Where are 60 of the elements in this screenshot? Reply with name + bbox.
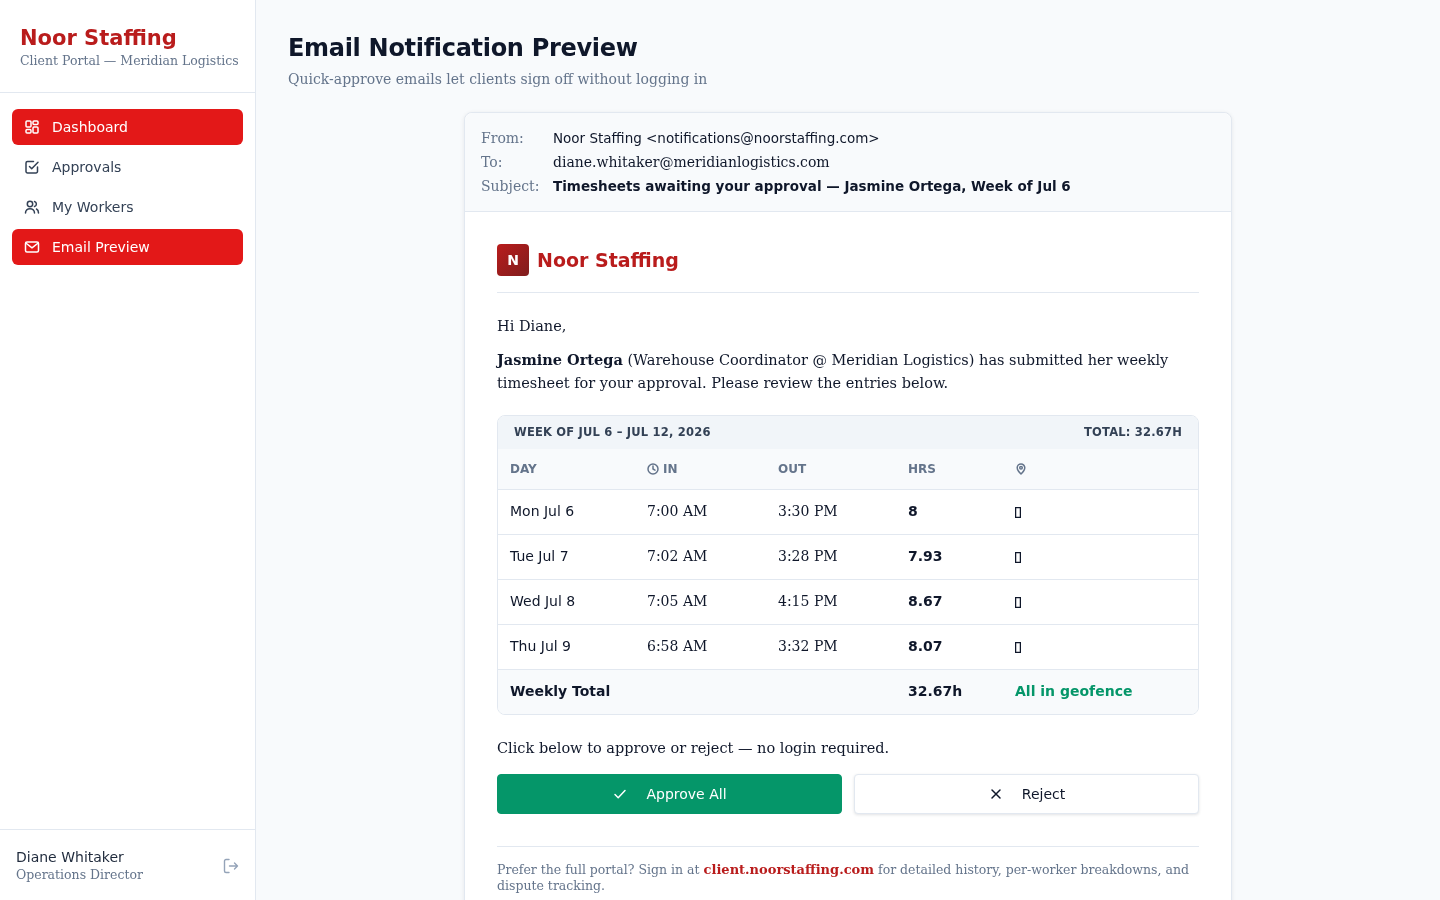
glyph-box-icon [1015, 641, 1021, 653]
field-label: To: [481, 153, 504, 172]
field-label: Subject: [481, 177, 541, 196]
field-value: Timesheets awaiting your approval — Jasmine Ortega, Week of Jul 6 [553, 177, 1071, 196]
field-label: From: [481, 129, 525, 148]
greeting-text: Hi Diane, [497, 317, 568, 336]
geofence-status: All in geofence [1003, 669, 1198, 714]
table-cell: 7:02 AM [635, 534, 766, 579]
table-cell: 7.93 [896, 534, 1003, 579]
table-cell: 6:58 AM [635, 624, 766, 669]
table-cell: Wed Jul 8 [498, 579, 635, 624]
email-brand-name: Noor Staffing [537, 247, 679, 273]
envelope-icon [24, 239, 40, 255]
table-cell: 8.07 [896, 624, 1003, 669]
table-cell: Mon Jul 6 [498, 489, 635, 534]
user-name: Diane Whitaker [16, 848, 125, 866]
checkbox-icon [24, 159, 40, 175]
table-cell: 3:32 PM [766, 624, 896, 669]
table-cell: 7:05 AM [635, 579, 766, 624]
reject-button[interactable]: Reject [854, 774, 1199, 814]
page-title: Email Notification Preview [288, 33, 639, 64]
portal-link[interactable]: client.noorstaffing.com [703, 862, 875, 877]
field-value: Noor Staffing <notifications@noorstaffing.com> [553, 129, 880, 148]
action-prompt: Click below to approve or reject — no login required. [497, 739, 891, 758]
table-cell: 3:30 PM [766, 489, 896, 534]
table-cell: 8.67 [896, 579, 1003, 624]
nav-item[interactable]: Email Preview [12, 229, 243, 265]
week-range: WEEK OF JUL 6 – JUL 12, 2026 [514, 423, 711, 441]
table-cell: 4:15 PM [766, 579, 896, 624]
glyph-box-icon [1015, 506, 1021, 518]
field-value: diane.whitaker@meridianlogistics.com [553, 153, 830, 172]
people-icon [24, 199, 40, 215]
week-total: TOTAL: 32.67H [1084, 423, 1182, 441]
clock-icon [647, 462, 659, 475]
column-header: IN [635, 449, 766, 489]
approve-button[interactable]: Approve All [497, 774, 842, 814]
table-cell: 3:28 PM [766, 534, 896, 579]
table-cell: 32.67h [896, 669, 1003, 714]
glyph-box-icon [1015, 596, 1021, 608]
map-pin-icon [1015, 462, 1027, 475]
column-header: DAY [498, 449, 635, 489]
nav-item[interactable]: Dashboard [12, 109, 243, 145]
column-header: OUT [766, 449, 896, 489]
nav-item[interactable]: My Workers [12, 189, 243, 225]
table-cell: 7:00 AM [635, 489, 766, 534]
column-header: HRS [896, 449, 1003, 489]
intro-paragraph: Jasmine Ortega (Warehouse Coordinator @ Meridian Logistics) has submitted her weekly timesheet for your approval. Please review the entries below. [497, 350, 1170, 393]
nav-item[interactable]: Approvals [12, 149, 243, 185]
brand-name: Noor Staffing [20, 25, 178, 52]
table-cell: 8 [896, 489, 1003, 534]
table-cell: Weekly Total [498, 669, 896, 714]
logo-tile: N [497, 244, 529, 276]
page-subtitle: Quick-approve emails let clients sign off without logging in [288, 70, 709, 88]
table-cell: Tue Jul 7 [498, 534, 635, 579]
table-cell: Thu Jul 9 [498, 624, 635, 669]
grid-icon [24, 119, 40, 135]
user-role: Operations Director [16, 866, 143, 884]
footer-note: Prefer the full portal? Sign in at client.noorstaffing.com for detailed history, per-worker breakdowns, and dispute tracking. [497, 846, 1199, 894]
logout-icon[interactable] [223, 858, 239, 874]
glyph-box-icon [1015, 551, 1021, 563]
